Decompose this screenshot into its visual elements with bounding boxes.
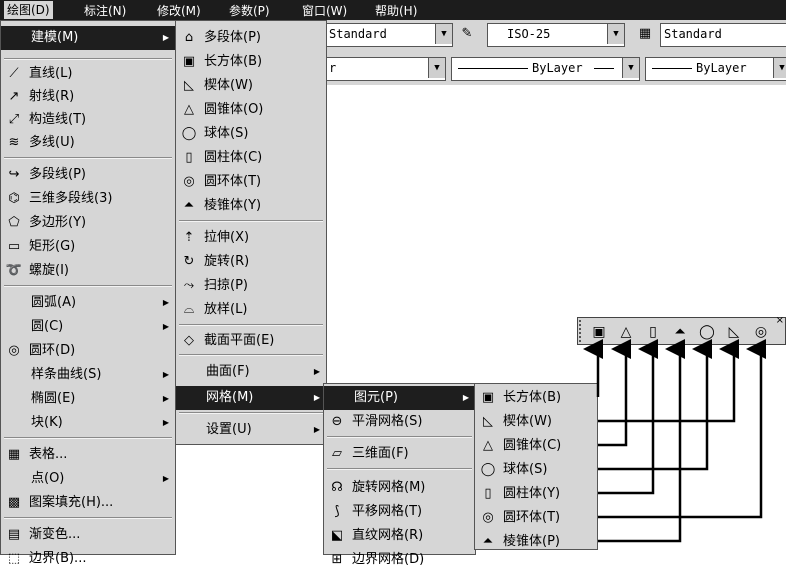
callout-arrow	[598, 339, 631, 447]
callout-arrow	[598, 339, 739, 423]
callout-arrows	[583, 339, 766, 543]
